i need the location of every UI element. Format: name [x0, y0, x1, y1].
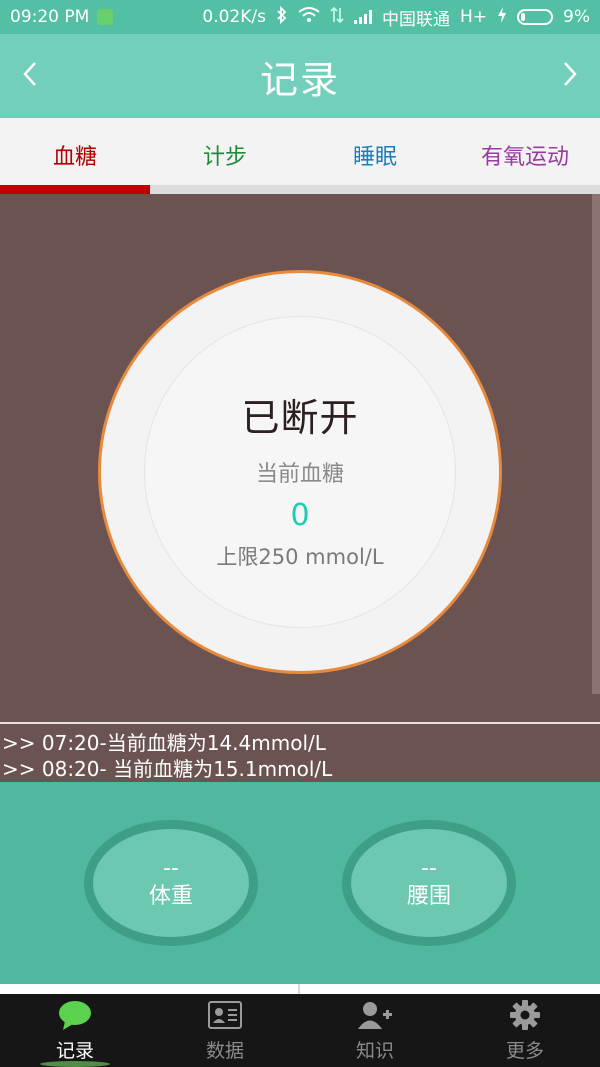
app-notification-icon [97, 9, 114, 25]
battery-icon [517, 9, 554, 25]
wifi-icon [298, 6, 320, 28]
tab-indicator [450, 185, 600, 194]
tab-bar: 血糖 计步 睡眠 有氧运动 [0, 118, 600, 194]
chevron-right-icon [562, 61, 578, 91]
nav-label: 知识 [355, 1040, 394, 1062]
tab-blood-sugar[interactable]: 血糖 [0, 118, 150, 194]
nav-data[interactable]: 数据 [150, 994, 300, 1067]
battery-level: 9% [563, 7, 590, 27]
id-card-icon [208, 998, 242, 1032]
nav-label: 数据 [205, 1040, 244, 1062]
tab-indicator [150, 185, 300, 194]
upper-limit-text: 上限250 mmol/L [216, 545, 384, 569]
gauge-inner: 已断开 当前血糖 0 上限250 mmol/L [144, 316, 456, 628]
charging-icon [497, 6, 507, 28]
back-button[interactable] [0, 34, 60, 118]
weight-face: -- 体重 [93, 829, 249, 937]
waist-label: 腰围 [406, 884, 451, 909]
network-type: H+ [459, 7, 488, 27]
weight-button[interactable]: -- 体重 [84, 820, 258, 946]
bluetooth-icon [276, 5, 288, 29]
add-user-icon [357, 998, 393, 1032]
app-header: 记录 [0, 34, 600, 118]
tab-indicator [0, 185, 150, 194]
waist-face: -- 腰围 [351, 829, 507, 937]
tab-sleep[interactable]: 睡眠 [300, 118, 450, 194]
weight-label: 体重 [148, 884, 193, 909]
tab-steps[interactable]: 计步 [150, 118, 300, 194]
tab-label: 计步 [202, 145, 247, 170]
log-entry: >> 08:20- 当前血糖为15.1mmol/L [2, 757, 333, 781]
scrollbar[interactable] [592, 194, 600, 694]
data-transfer-icon [330, 6, 344, 28]
current-blood-sugar-label: 当前血糖 [255, 462, 344, 487]
waist-button[interactable]: -- 腰围 [342, 820, 516, 946]
status-speed: 0.02K/s [202, 7, 266, 27]
status-time: 09:20 PM [10, 7, 90, 27]
nav-knowledge[interactable]: 知识 [300, 994, 450, 1067]
measurement-panel: -- 体重 -- 腰围 [0, 782, 600, 984]
tab-label: 睡眠 [352, 145, 397, 170]
nav-label: 更多 [505, 1040, 544, 1062]
nav-label: 记录 [55, 1040, 94, 1062]
waist-value: -- [421, 856, 437, 881]
tab-label: 血糖 [52, 145, 97, 170]
nav-more[interactable]: 更多 [450, 994, 600, 1067]
log-entry: >> 07:20-当前血糖为14.4mmol/L [2, 731, 326, 755]
active-glow [40, 1061, 110, 1067]
divider [0, 984, 600, 994]
tab-label: 有氧运动 [480, 145, 569, 170]
signal-icon [353, 10, 372, 24]
current-blood-sugar-value: 0 [290, 498, 310, 533]
carrier-name: 中国联通 [381, 9, 450, 30]
tab-indicator [300, 185, 450, 194]
bottom-navigation: 记录 数据 知识 更多 [0, 994, 600, 1067]
tab-aerobic-exercise[interactable]: 有氧运动 [450, 118, 600, 194]
chat-bubble-icon [57, 998, 93, 1032]
blood-sugar-panel: 已断开 当前血糖 0 上限250 mmol/L [0, 194, 600, 722]
blood-sugar-gauge[interactable]: 已断开 当前血糖 0 上限250 mmol/L [98, 270, 502, 674]
page-title: 记录 [259, 57, 340, 102]
chevron-left-icon [22, 61, 38, 91]
status-bar: 09:20 PM 0.02K/s 中国联通 H+ 9% [0, 0, 600, 34]
divider-line [298, 984, 300, 994]
nav-records[interactable]: 记录 [0, 994, 150, 1067]
gear-icon [509, 998, 541, 1032]
connection-status: 已断开 [241, 396, 359, 440]
record-log: >> 07:20-当前血糖为14.4mmol/L >> 08:20- 当前血糖为… [0, 722, 600, 782]
weight-value: -- [163, 856, 179, 881]
forward-button[interactable] [540, 34, 600, 118]
